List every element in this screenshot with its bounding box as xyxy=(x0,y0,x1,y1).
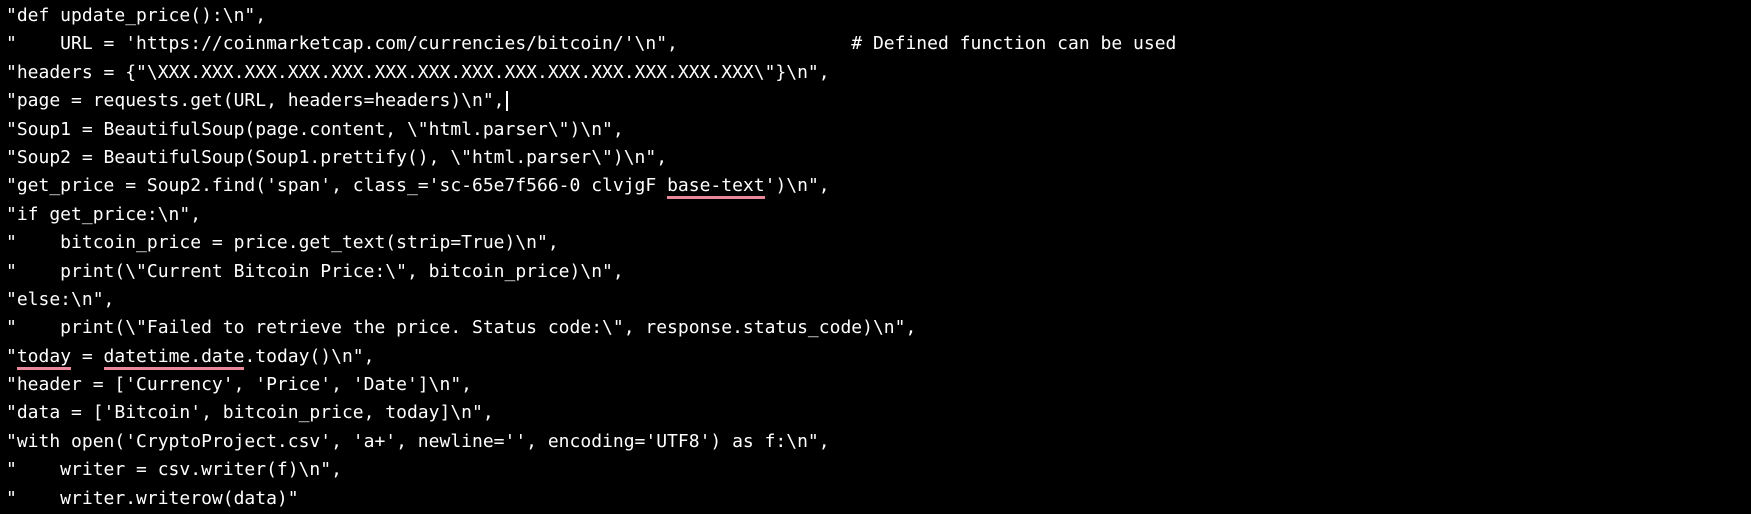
code-line[interactable]: " writer.writerow(data)" xyxy=(0,485,1751,513)
code-token: "header = ['Currency', 'Price', 'Date']\… xyxy=(6,374,472,396)
code-token: "data = ['Bitcoin', bitcoin_price, today… xyxy=(6,402,494,424)
code-token: " bitcoin_price = price.get_text(strip=T… xyxy=(6,232,559,254)
code-token: "page = requests.get(URL, headers=header… xyxy=(6,90,505,112)
code-token: "Soup2 = BeautifulSoup(Soup1.prettify(),… xyxy=(6,146,668,168)
code-token: " writer = csv.writer(f)\n", xyxy=(6,459,342,481)
code-token: " writer.writerow(data)" xyxy=(6,487,299,509)
code-line[interactable]: " writer = csv.writer(f)\n", xyxy=(0,456,1751,484)
code-token: "Soup1 = BeautifulSoup(page.content, \"h… xyxy=(6,118,624,140)
code-token: "headers = {"\XXX.XXX.XXX.XXX.XXX.XXX.XX… xyxy=(6,61,830,83)
code-token: .today()\n", xyxy=(244,345,375,367)
code-token: "def update_price():\n", xyxy=(6,5,267,26)
lint-warning-token: today xyxy=(16,345,72,370)
code-token: "else:\n", xyxy=(6,288,115,310)
code-line[interactable]: "Soup1 = BeautifulSoup(page.content, \"h… xyxy=(0,116,1751,144)
code-line[interactable]: "with open('CryptoProject.csv', 'a+', ne… xyxy=(0,428,1751,456)
code-token: " xyxy=(6,345,17,367)
code-token: "get_price = Soup2.find('span', class_='… xyxy=(6,175,668,197)
code-line[interactable]: " print(\"Failed to retrieve the price. … xyxy=(0,314,1751,342)
code-line[interactable]: "page = requests.get(URL, headers=header… xyxy=(0,87,1751,115)
code-line[interactable]: " print(\"Current Bitcoin Price:\", bitc… xyxy=(0,258,1751,286)
code-line[interactable]: "get_price = Soup2.find('span', class_='… xyxy=(0,172,1751,200)
code-line[interactable]: " URL = 'https://coinmarketcap.com/curre… xyxy=(0,30,1751,58)
code-line[interactable]: "header = ['Currency', 'Price', 'Date']\… xyxy=(0,371,1751,399)
lint-warning-token: base-text xyxy=(667,175,765,200)
lint-warning-token: datetime.date xyxy=(103,345,245,370)
code-line[interactable]: " bitcoin_price = price.get_text(strip=T… xyxy=(0,229,1751,257)
code-token: " print(\"Failed to retrieve the price. … xyxy=(6,317,917,339)
code-editor[interactable]: "def update_price():\n", " URL = 'https:/… xyxy=(0,0,1751,514)
code-line[interactable]: "else:\n", xyxy=(0,286,1751,314)
code-line[interactable]: "today = datetime.date.today()\n", xyxy=(0,343,1751,371)
code-token: ')\n", xyxy=(764,175,830,197)
code-token: " URL = 'https://coinmarketcap.com/curre… xyxy=(6,33,1177,55)
code-line[interactable]: "headers = {"\XXX.XXX.XXX.XXX.XXX.XXX.XX… xyxy=(0,59,1751,87)
code-token: "if get_price:\n", xyxy=(6,203,202,225)
code-token: "with open('CryptoProject.csv', 'a+', ne… xyxy=(6,430,830,452)
code-line[interactable]: "data = ['Bitcoin', bitcoin_price, today… xyxy=(0,399,1751,427)
code-line[interactable]: "Soup2 = BeautifulSoup(Soup1.prettify(),… xyxy=(0,144,1751,172)
code-line[interactable]: "def update_price():\n", xyxy=(0,2,1751,30)
code-token: " print(\"Current Bitcoin Price:\", bitc… xyxy=(6,260,624,282)
text-caret xyxy=(505,91,508,112)
code-token: = xyxy=(71,345,104,367)
code-line[interactable]: "if get_price:\n", xyxy=(0,201,1751,229)
